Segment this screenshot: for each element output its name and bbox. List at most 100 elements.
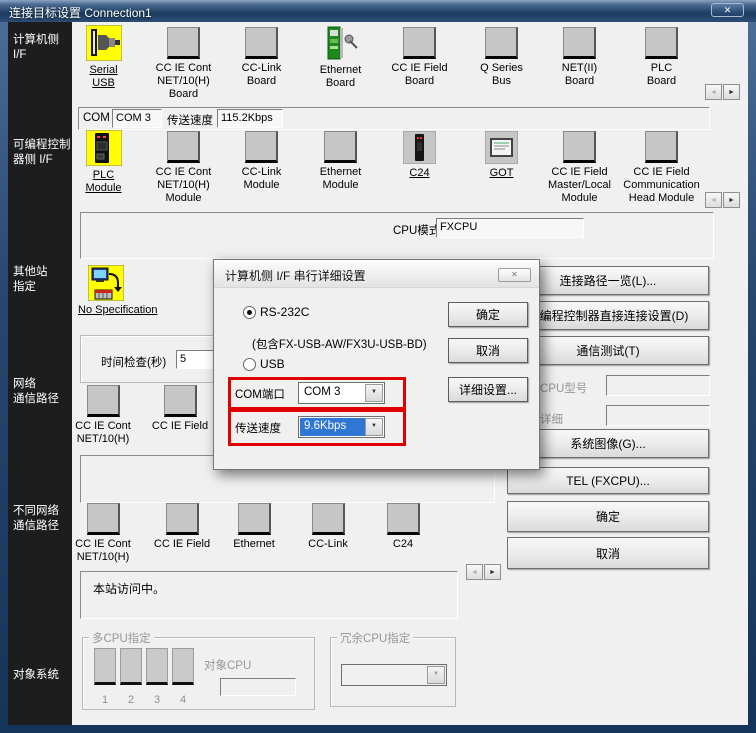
detail-label: 详细 [540, 411, 563, 427]
cpu-slot-4 [172, 648, 194, 685]
window-close-button[interactable]: ✕ [711, 3, 744, 17]
board-icon [485, 27, 518, 59]
device-no-specification[interactable]: No Specification [78, 265, 218, 317]
baud-value-field: 115.2Kbps [217, 109, 283, 128]
scroll-right-icon[interactable]: ► [723, 84, 740, 100]
device-label: CC-Link Module [222, 166, 301, 192]
board-icon [645, 27, 678, 59]
redundant-cpu-group-label: 冗余CPU指定 [337, 630, 413, 646]
module-icon [387, 503, 420, 535]
plc-if-scroll-buttons: ◄ ► [705, 192, 740, 208]
multi-cpu-group: 多CPU指定 1 2 3 4 对象CPU [82, 637, 315, 710]
baud-rate-highlight-annotation [228, 409, 406, 446]
device-label: CC IE Field [140, 420, 220, 433]
time-check-label: 时间检查(秒) [101, 354, 166, 370]
device-label: CC IE Cont NET/10(H) Board [144, 62, 223, 101]
device-plc-module[interactable]: PLC Module [64, 130, 143, 195]
target-cpu-label: 对象CPU [204, 657, 251, 673]
device-plc-board[interactable]: PLC Board [622, 27, 701, 88]
device-ethernet-module[interactable]: Ethernet Module [301, 131, 380, 192]
device-ccie-field-comm-head[interactable]: CC IE Field Communication Head Module [622, 131, 701, 205]
sidebar-label-network-route: 网络 通信路径 [13, 377, 59, 407]
diff-net-ccie-cont[interactable]: CC IE Cont NET/10(H) [64, 503, 142, 564]
cpu-slot-number: 2 [120, 694, 142, 706]
module-icon [167, 131, 200, 163]
device-c24[interactable]: C24 [380, 131, 459, 180]
module-icon [166, 503, 199, 535]
ethernet-board-icon [323, 26, 358, 61]
window-title: 连接目标设置 Connection1 [9, 4, 152, 21]
scroll-left-icon[interactable]: ◄ [705, 192, 722, 208]
device-ethernet-board[interactable]: Ethernet Board [301, 26, 380, 90]
device-label: CC IE Field Communication Head Module [622, 166, 701, 205]
net-route-ccie-field[interactable]: CC IE Field [140, 385, 220, 433]
tel-button[interactable]: TEL (FXCPU)... [507, 467, 709, 494]
scroll-left-icon[interactable]: ◄ [705, 84, 722, 100]
cpu-model-field [606, 375, 710, 396]
device-ccie-cont-module[interactable]: CC IE Cont NET/10(H) Module [144, 131, 223, 205]
cpu-slot-1 [94, 648, 116, 685]
device-label: Q Series Bus [462, 62, 541, 88]
usb-radio[interactable] [243, 358, 256, 371]
cpu-mode-field: FXCPU [436, 218, 584, 238]
scroll-right-icon[interactable]: ► [484, 564, 501, 580]
cpu-model-label: CPU型号 [540, 380, 587, 396]
scroll-left-icon[interactable]: ◄ [466, 564, 483, 580]
cancel-button[interactable]: 取消 [507, 537, 709, 569]
device-cclink-module[interactable]: CC-Link Module [222, 131, 301, 192]
cpu-slot-number: 1 [94, 694, 116, 706]
rs232c-radio[interactable] [243, 306, 256, 319]
module-icon [312, 503, 345, 535]
got-icon [485, 131, 518, 164]
redundant-cpu-select: ▼ [341, 664, 447, 686]
device-label: CC IE Field Board [380, 62, 459, 88]
device-label: CC IE Cont NET/10(H) [64, 538, 142, 564]
net-route-ccie-cont[interactable]: CC IE Cont NET/10(H) [66, 385, 140, 446]
device-net2-board[interactable]: NET(II) Board [540, 27, 619, 88]
no-specification-icon [88, 265, 124, 301]
device-label: CC-Link Board [222, 62, 301, 88]
device-cclink-board[interactable]: CC-Link Board [222, 27, 301, 88]
sidebar [8, 22, 72, 725]
dialog-ok-button[interactable]: 确定 [448, 302, 528, 327]
device-label: NET(II) Board [540, 62, 619, 88]
window-titlebar: 连接目标设置 Connection1 ✕ [0, 0, 756, 22]
serial-usb-icon [86, 25, 122, 61]
rs232c-note: (包含FX-USB-AW/FX3U-USB-BD) [252, 336, 427, 352]
access-status-panel: 本站访问中。 [80, 571, 458, 619]
target-cpu-field [220, 678, 296, 696]
cpu-mode-panel: CPU模式 FXCPU [80, 212, 714, 259]
pc-if-scroll-buttons: ◄ ► [705, 84, 740, 100]
com-info-bar: COM COM 3 传送速度 115.2Kbps [78, 107, 710, 130]
device-q-series-bus[interactable]: Q Series Bus [462, 27, 541, 88]
device-ccie-field-master-local[interactable]: CC IE Field Master/Local Module [540, 131, 619, 205]
device-got[interactable]: GOT [462, 131, 541, 180]
diff-net-scroll-buttons: ◄ ► [466, 564, 501, 580]
diff-net-c24[interactable]: C24 [364, 503, 442, 551]
device-label: CC IE Field Master/Local Module [540, 166, 619, 205]
diff-net-cclink[interactable]: CC-Link [289, 503, 367, 551]
device-ccie-field-board[interactable]: CC IE Field Board [380, 27, 459, 88]
c24-icon [403, 131, 436, 164]
chevron-down-icon: ▼ [427, 666, 445, 684]
diff-net-ccie-field[interactable]: CC IE Field [143, 503, 221, 551]
diff-net-ethernet[interactable]: Ethernet [215, 503, 293, 551]
dialog-title: 计算机侧 I/F 串行详细设置 [225, 267, 366, 284]
device-label: C24 [364, 538, 442, 551]
cpu-slot-number: 3 [146, 694, 168, 706]
device-label: GOT [462, 167, 541, 180]
sidebar-label-pc-if: 计算机侧 I/F [13, 33, 59, 63]
ok-button[interactable]: 确定 [507, 501, 709, 532]
module-icon [87, 503, 120, 535]
board-icon [167, 27, 200, 59]
device-label: CC IE Field [143, 538, 221, 551]
dialog-close-button[interactable]: ✕ [498, 268, 531, 282]
sidebar-label-target-system: 对象系统 [13, 668, 59, 683]
sidebar-label-plc-if: 可编程控制 器侧 I/F [13, 138, 71, 168]
scroll-right-icon[interactable]: ► [723, 192, 740, 208]
dialog-cancel-button[interactable]: 取消 [448, 338, 528, 363]
detail-setup-button[interactable]: 详细设置... [448, 377, 528, 402]
cpu-mode-label: CPU模式 [393, 222, 440, 238]
device-ccie-cont-board[interactable]: CC IE Cont NET/10(H) Board [144, 27, 223, 101]
device-serial-usb[interactable]: Serial USB [64, 25, 143, 90]
